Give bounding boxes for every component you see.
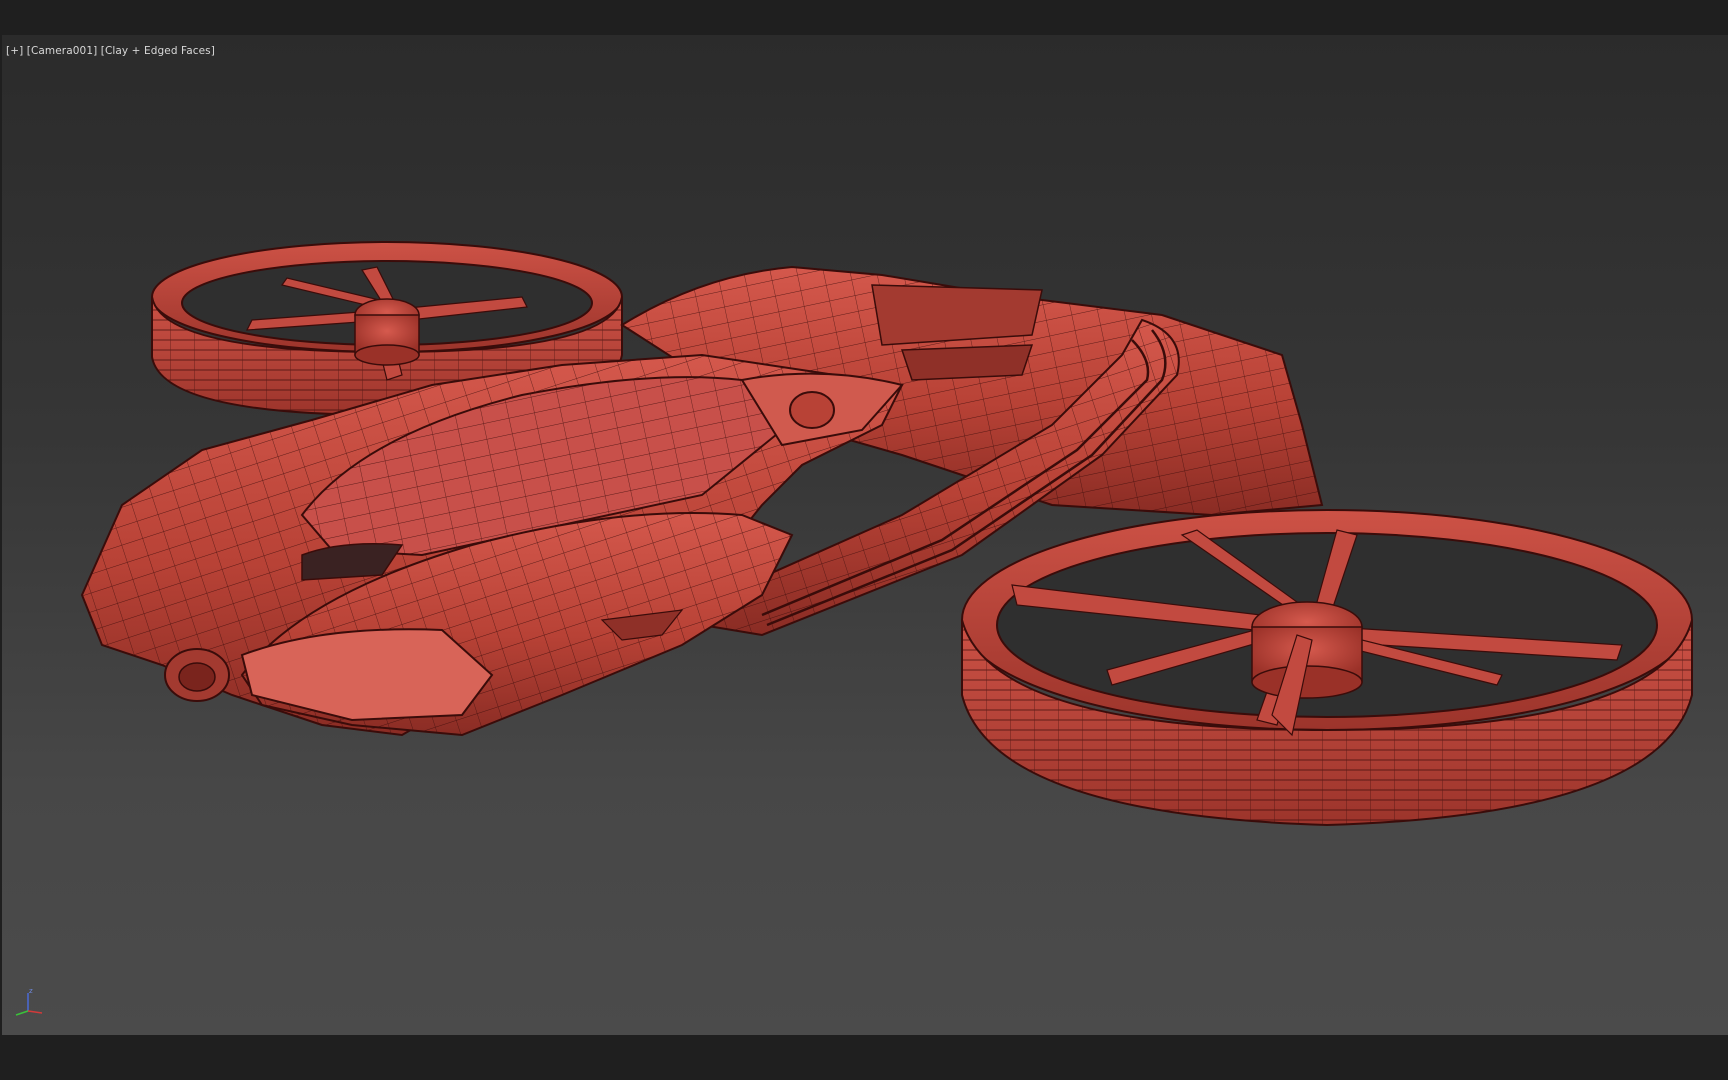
camera-viewport[interactable]: [+] [Camera001] [Clay + Edged Faces] z [2, 35, 1728, 1035]
drone-3d-model[interactable] [2, 35, 1728, 1035]
axis-tripod-icon: z [15, 987, 43, 1016]
app-window: [+] [Camera001] [Clay + Edged Faces] z [0, 0, 1728, 1080]
bottom-bar [0, 1035, 1728, 1080]
main-fuselage [80, 353, 904, 737]
rotor-front-right [961, 509, 1693, 827]
axis-z-label: z [29, 987, 33, 995]
